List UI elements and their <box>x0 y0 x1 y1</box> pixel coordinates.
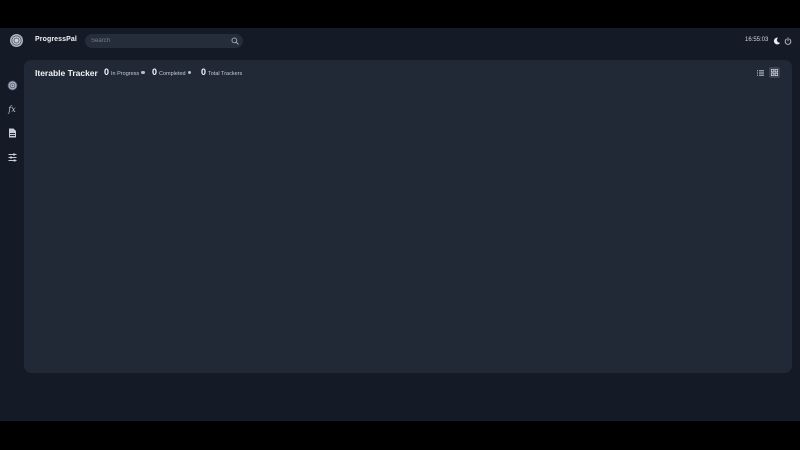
letterbox-bottom <box>0 421 800 450</box>
stat-value: 0 <box>152 67 158 77</box>
status-dot <box>141 70 145 74</box>
tracker-panel: Iterable Tracker 0 In Progress 0 Complet… <box>24 60 792 373</box>
fx-icon: fx <box>8 104 16 114</box>
stat-label: Total Trackers <box>208 71 243 77</box>
file-icon <box>8 128 16 138</box>
sliders-icon <box>8 153 16 161</box>
sidebar-item-functions[interactable]: fx <box>6 103 18 115</box>
stat-value: 0 <box>104 67 110 77</box>
app-window: ProgressPal 16:55:03 <box>0 28 800 421</box>
list-view-icon <box>757 69 764 76</box>
stat-label: Completed <box>159 71 186 77</box>
search-input[interactable] <box>91 35 229 47</box>
stat-value: 0 <box>201 67 207 77</box>
moon-icon[interactable] <box>773 37 781 45</box>
sidebar-item-settings[interactable] <box>6 151 18 163</box>
top-bar: ProgressPal 16:55:03 <box>0 28 800 54</box>
page-title: Iterable Tracker <box>35 68 98 78</box>
sidebar-item-files[interactable] <box>6 127 18 139</box>
clock: 16:55:03 <box>745 37 769 43</box>
grid-view-icon <box>771 69 778 76</box>
grid-view-button[interactable] <box>769 67 780 78</box>
stat-completed: 0 Completed <box>152 67 192 79</box>
search-icon[interactable] <box>231 37 239 45</box>
letterbox-top <box>0 0 800 28</box>
app-name: ProgressPal <box>35 36 77 43</box>
app-logo-icon[interactable] <box>10 34 23 47</box>
sidebar-item-dashboard[interactable] <box>6 79 18 91</box>
spiral-logo-icon <box>7 80 17 90</box>
stat-label: In Progress <box>111 71 140 77</box>
list-view-button[interactable] <box>755 67 766 78</box>
power-icon[interactable] <box>784 37 792 45</box>
search-bar[interactable] <box>85 34 243 48</box>
stat-in-progress: 0 In Progress <box>104 67 145 79</box>
stat-total: 0 Total Trackers <box>201 67 242 79</box>
status-dot <box>187 70 192 74</box>
